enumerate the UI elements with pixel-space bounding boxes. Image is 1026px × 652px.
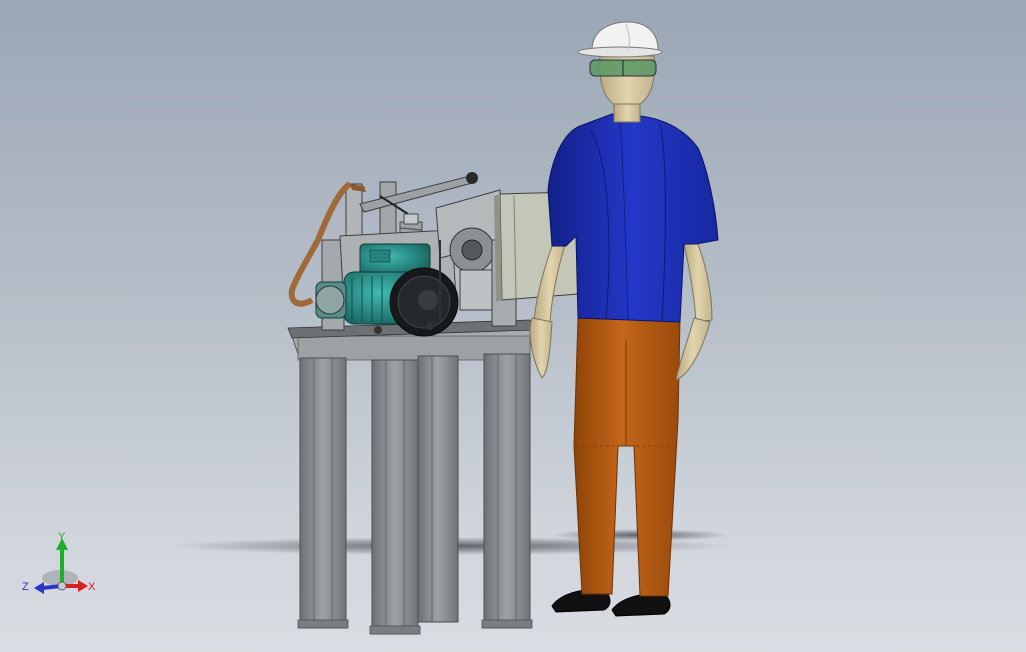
- x-axis-label: X: [88, 581, 96, 593]
- 3d-viewport[interactable]: Y X Z: [0, 0, 1026, 652]
- stand-leg: [417, 355, 459, 623]
- stand-leg: [371, 359, 419, 635]
- axis-triad[interactable]: Y X Z: [18, 528, 98, 604]
- human-mannequin[interactable]: [529, 21, 719, 617]
- safety-glasses: [589, 59, 657, 77]
- stand-leg: [299, 357, 347, 629]
- stand-leg: [483, 353, 531, 629]
- y-axis-label: Y: [58, 531, 66, 543]
- pants: [573, 317, 681, 597]
- workbench-stand[interactable]: [289, 321, 533, 635]
- right-hand: [675, 317, 711, 381]
- cad-scene[interactable]: [0, 0, 1026, 652]
- left-hand: [529, 317, 553, 379]
- hard-hat: [577, 21, 663, 58]
- right-shoe: [611, 593, 671, 617]
- right-arm: [683, 235, 713, 323]
- z-axis-label: Z: [22, 581, 29, 593]
